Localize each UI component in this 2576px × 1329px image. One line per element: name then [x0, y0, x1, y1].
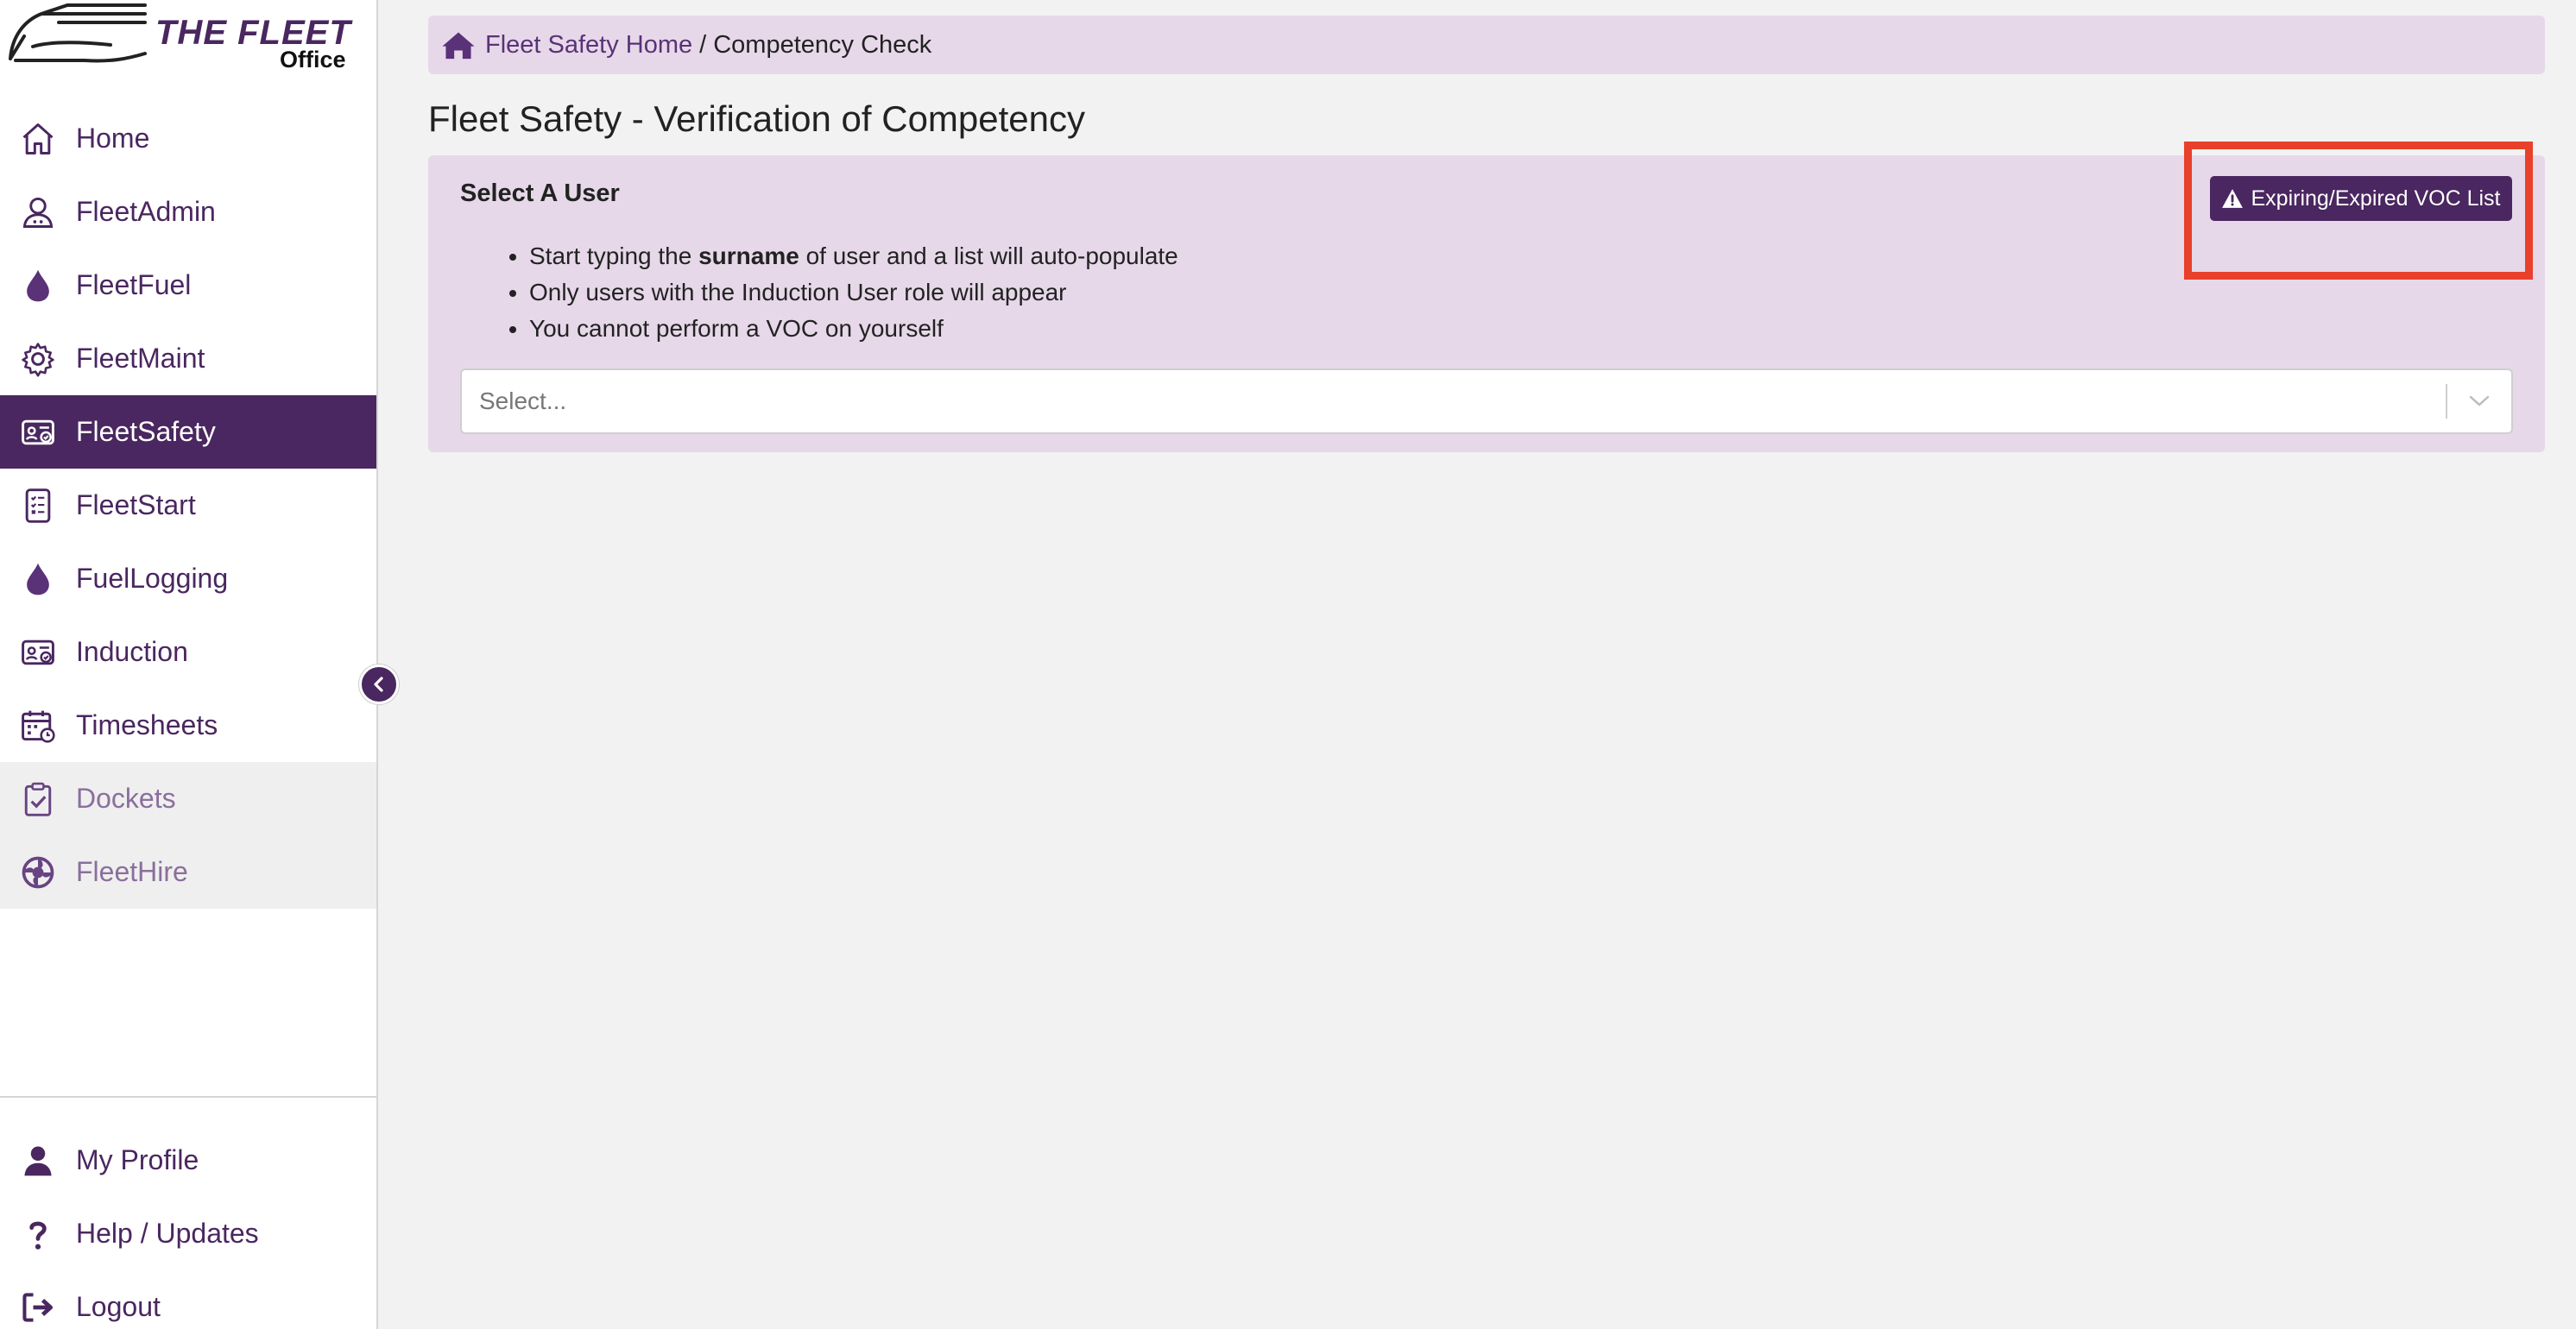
sidebar-collapse-button[interactable] — [359, 664, 399, 704]
sidebar-item-label: Home — [76, 123, 150, 154]
sidebar-item-fleetstart[interactable]: FleetStart — [0, 469, 376, 542]
list-item: Only users with the Induction User role … — [529, 274, 1178, 311]
sidebar-item-help-updates[interactable]: Help / Updates — [0, 1197, 376, 1270]
sidebar-item-my-profile[interactable]: My Profile — [0, 1124, 376, 1197]
bottom-nav: My Profile Help / Updates Logout — [0, 1124, 376, 1329]
sidebar: THE FLEET Office Home FleetAdmin FleetFu… — [0, 0, 378, 1329]
list-item: Start typing the surname of user and a l… — [529, 238, 1178, 274]
sidebar-item-label: Timesheets — [76, 709, 218, 740]
select-placeholder: Select... — [479, 387, 567, 414]
clipboard-check-icon — [0, 762, 76, 835]
sidebar-divider — [0, 1096, 376, 1098]
breadcrumb-separator: / — [699, 30, 707, 59]
sidebar-item-fuellogging[interactable]: FuelLogging — [0, 542, 376, 615]
user-admin-icon — [0, 175, 76, 249]
sidebar-item-label: FleetHire — [76, 856, 188, 887]
sidebar-item-fleetfuel[interactable]: FleetFuel — [0, 249, 376, 322]
logout-icon — [0, 1270, 76, 1329]
id-card-icon — [0, 615, 76, 689]
sidebar-item-label: Dockets — [76, 783, 176, 814]
question-icon — [0, 1197, 76, 1270]
hire-wheel-icon — [0, 835, 76, 909]
sidebar-item-timesheets[interactable]: Timesheets — [0, 689, 376, 762]
sidebar-item-label: FleetFuel — [76, 269, 192, 300]
voc-button-label: Expiring/Expired VOC List — [2251, 186, 2501, 211]
sidebar-item-fleetmaint[interactable]: FleetMaint — [0, 322, 376, 395]
sidebar-item-fleethire[interactable]: FleetHire — [0, 835, 376, 909]
breadcrumb-home-link[interactable]: Fleet Safety Home — [485, 31, 692, 60]
user-icon — [0, 1124, 76, 1197]
surname-emphasis: surname — [698, 242, 799, 269]
sidebar-item-label: My Profile — [76, 1144, 199, 1175]
gear-icon — [0, 322, 76, 395]
sidebar-item-label: FuelLogging — [76, 563, 229, 594]
fuel-drop-icon — [0, 249, 76, 322]
home-icon[interactable] — [440, 28, 477, 61]
list-item: You cannot perform a VOC on yourself — [529, 311, 1178, 347]
sidebar-item-label: FleetMaint — [76, 343, 205, 374]
card-title: Select A User — [460, 180, 620, 207]
breadcrumb: Fleet Safety Home / Competency Check — [428, 16, 2545, 74]
sidebar-item-label: Help / Updates — [76, 1218, 259, 1249]
chevron-left-icon — [374, 677, 383, 692]
sidebar-item-label: FleetSafety — [76, 416, 216, 447]
id-card-icon — [0, 395, 76, 469]
sidebar-item-fleetadmin[interactable]: FleetAdmin — [0, 175, 376, 249]
sidebar-item-label: FleetAdmin — [76, 196, 216, 227]
expiring-voc-list-button[interactable]: Expiring/Expired VOC List — [2210, 176, 2512, 221]
sidebar-item-fleetsafety[interactable]: FleetSafety — [0, 395, 376, 469]
sidebar-item-induction[interactable]: Induction — [0, 615, 376, 689]
warning-icon — [2222, 189, 2244, 208]
logo-sub: Office — [280, 47, 346, 72]
sidebar-item-label: Induction — [76, 636, 188, 667]
sidebar-item-label: Logout — [76, 1291, 161, 1322]
logo[interactable]: THE FLEET Office — [7, 2, 352, 78]
sidebar-item-label: FleetStart — [76, 489, 196, 520]
chevron-down-icon[interactable] — [2447, 394, 2511, 408]
sidebar-item-dockets[interactable]: Dockets — [0, 762, 376, 835]
page-title: Fleet Safety - Verification of Competenc… — [428, 98, 1086, 139]
calendar-icon — [0, 689, 76, 762]
fuel-drop-icon — [0, 542, 76, 615]
home-icon — [0, 102, 76, 175]
sidebar-item-home[interactable]: Home — [0, 102, 376, 175]
breadcrumb-current: Competency Check — [713, 30, 932, 59]
user-select[interactable]: Select... — [460, 368, 2513, 434]
truck-logo-icon — [9, 3, 147, 63]
instructions-list: Start typing the surname of user and a l… — [529, 238, 1178, 347]
sidebar-item-logout[interactable]: Logout — [0, 1270, 376, 1329]
main-nav: Home FleetAdmin FleetFuel FleetMaint Fle… — [0, 102, 376, 909]
checklist-phone-icon — [0, 469, 76, 542]
